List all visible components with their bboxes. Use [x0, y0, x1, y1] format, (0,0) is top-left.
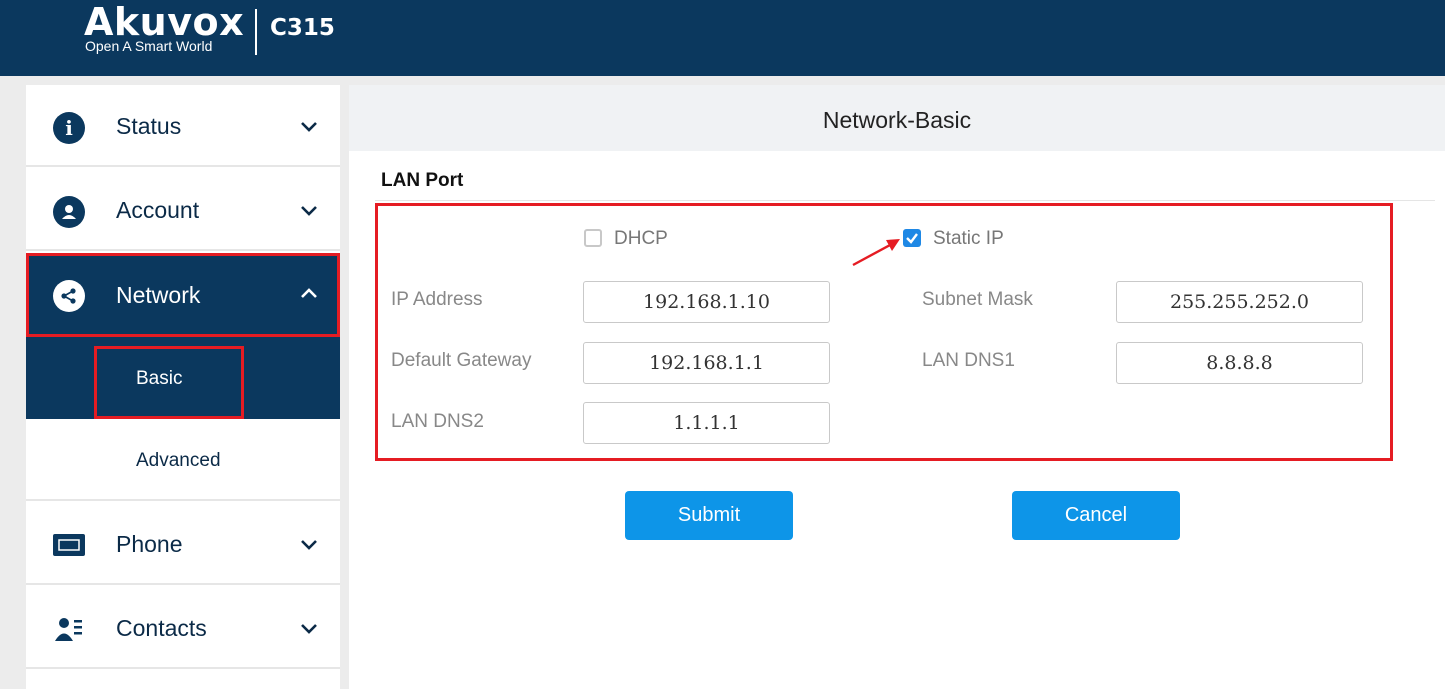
section-title: LAN Port [381, 170, 464, 191]
page-header: Network-Basic [349, 85, 1445, 151]
page-title: Network-Basic [822, 107, 972, 133]
sidebar-item-label: Network [116, 282, 201, 308]
network-share-icon [53, 280, 85, 312]
device-model: C315 [270, 15, 335, 41]
info-icon: i [53, 112, 85, 144]
chevron-down-icon [301, 624, 317, 634]
ip-address-input[interactable]: 192.168.1.10 [583, 281, 830, 323]
lan-dns1-label: LAN DNS1 [922, 350, 1015, 371]
sidebar-item-contacts[interactable]: Contacts [26, 587, 340, 669]
static-ip-label: Static IP [933, 228, 1004, 249]
chevron-down-icon [301, 122, 317, 132]
chevron-down-icon [301, 206, 317, 216]
subnav-basic-label: Basic [136, 368, 183, 389]
dhcp-checkbox[interactable] [584, 229, 602, 247]
default-gateway-input[interactable]: 192.168.1.1 [583, 342, 830, 384]
subnav-advanced[interactable]: Advanced [26, 419, 340, 501]
monitor-icon [53, 534, 85, 556]
contacts-icon [53, 614, 85, 646]
lan-dns1-input[interactable]: 8.8.8.8 [1116, 342, 1363, 384]
submit-button[interactable]: Submit [625, 491, 793, 540]
sidebar-item-phone[interactable]: Phone [26, 503, 340, 585]
dhcp-label: DHCP [614, 228, 668, 249]
ip-address-label: IP Address [391, 289, 483, 310]
lan-dns2-label: LAN DNS2 [391, 411, 484, 432]
sidebar-item-label: Status [116, 113, 182, 139]
default-gateway-label: Default Gateway [391, 350, 532, 371]
section-divider [375, 200, 1435, 201]
sidebar-item-label: Phone [116, 531, 183, 557]
sidebar-item-label: Contacts [116, 615, 207, 641]
subnav-advanced-label: Advanced [136, 450, 221, 471]
brand-tagline: Open A Smart World [85, 38, 213, 54]
checkmark-icon [906, 233, 918, 244]
static-ip-checkbox[interactable] [903, 229, 921, 247]
subnet-mask-label: Subnet Mask [922, 289, 1033, 310]
sidebar-item-network[interactable]: Network [26, 253, 340, 337]
top-bar: Akuvox Open A Smart World C315 [0, 0, 1445, 76]
sidebar-item-label: Account [116, 197, 200, 223]
header-divider [255, 9, 257, 55]
sidebar-item-account[interactable]: Account [26, 169, 340, 251]
lan-dns2-input[interactable]: 1.1.1.1 [583, 402, 830, 444]
chevron-down-icon [301, 540, 317, 550]
sidebar: i Status Account Network Basic Advanced … [26, 85, 340, 689]
annotation-arrow-icon [852, 239, 900, 267]
sidebar-item-status[interactable]: i Status [26, 85, 340, 167]
user-icon [53, 196, 85, 228]
subnav-basic[interactable]: Basic [26, 337, 340, 419]
subnet-mask-input[interactable]: 255.255.252.0 [1116, 281, 1363, 323]
cancel-button[interactable]: Cancel [1012, 491, 1180, 540]
chevron-up-icon [301, 288, 317, 298]
brand-logo: Akuvox [84, 0, 245, 44]
